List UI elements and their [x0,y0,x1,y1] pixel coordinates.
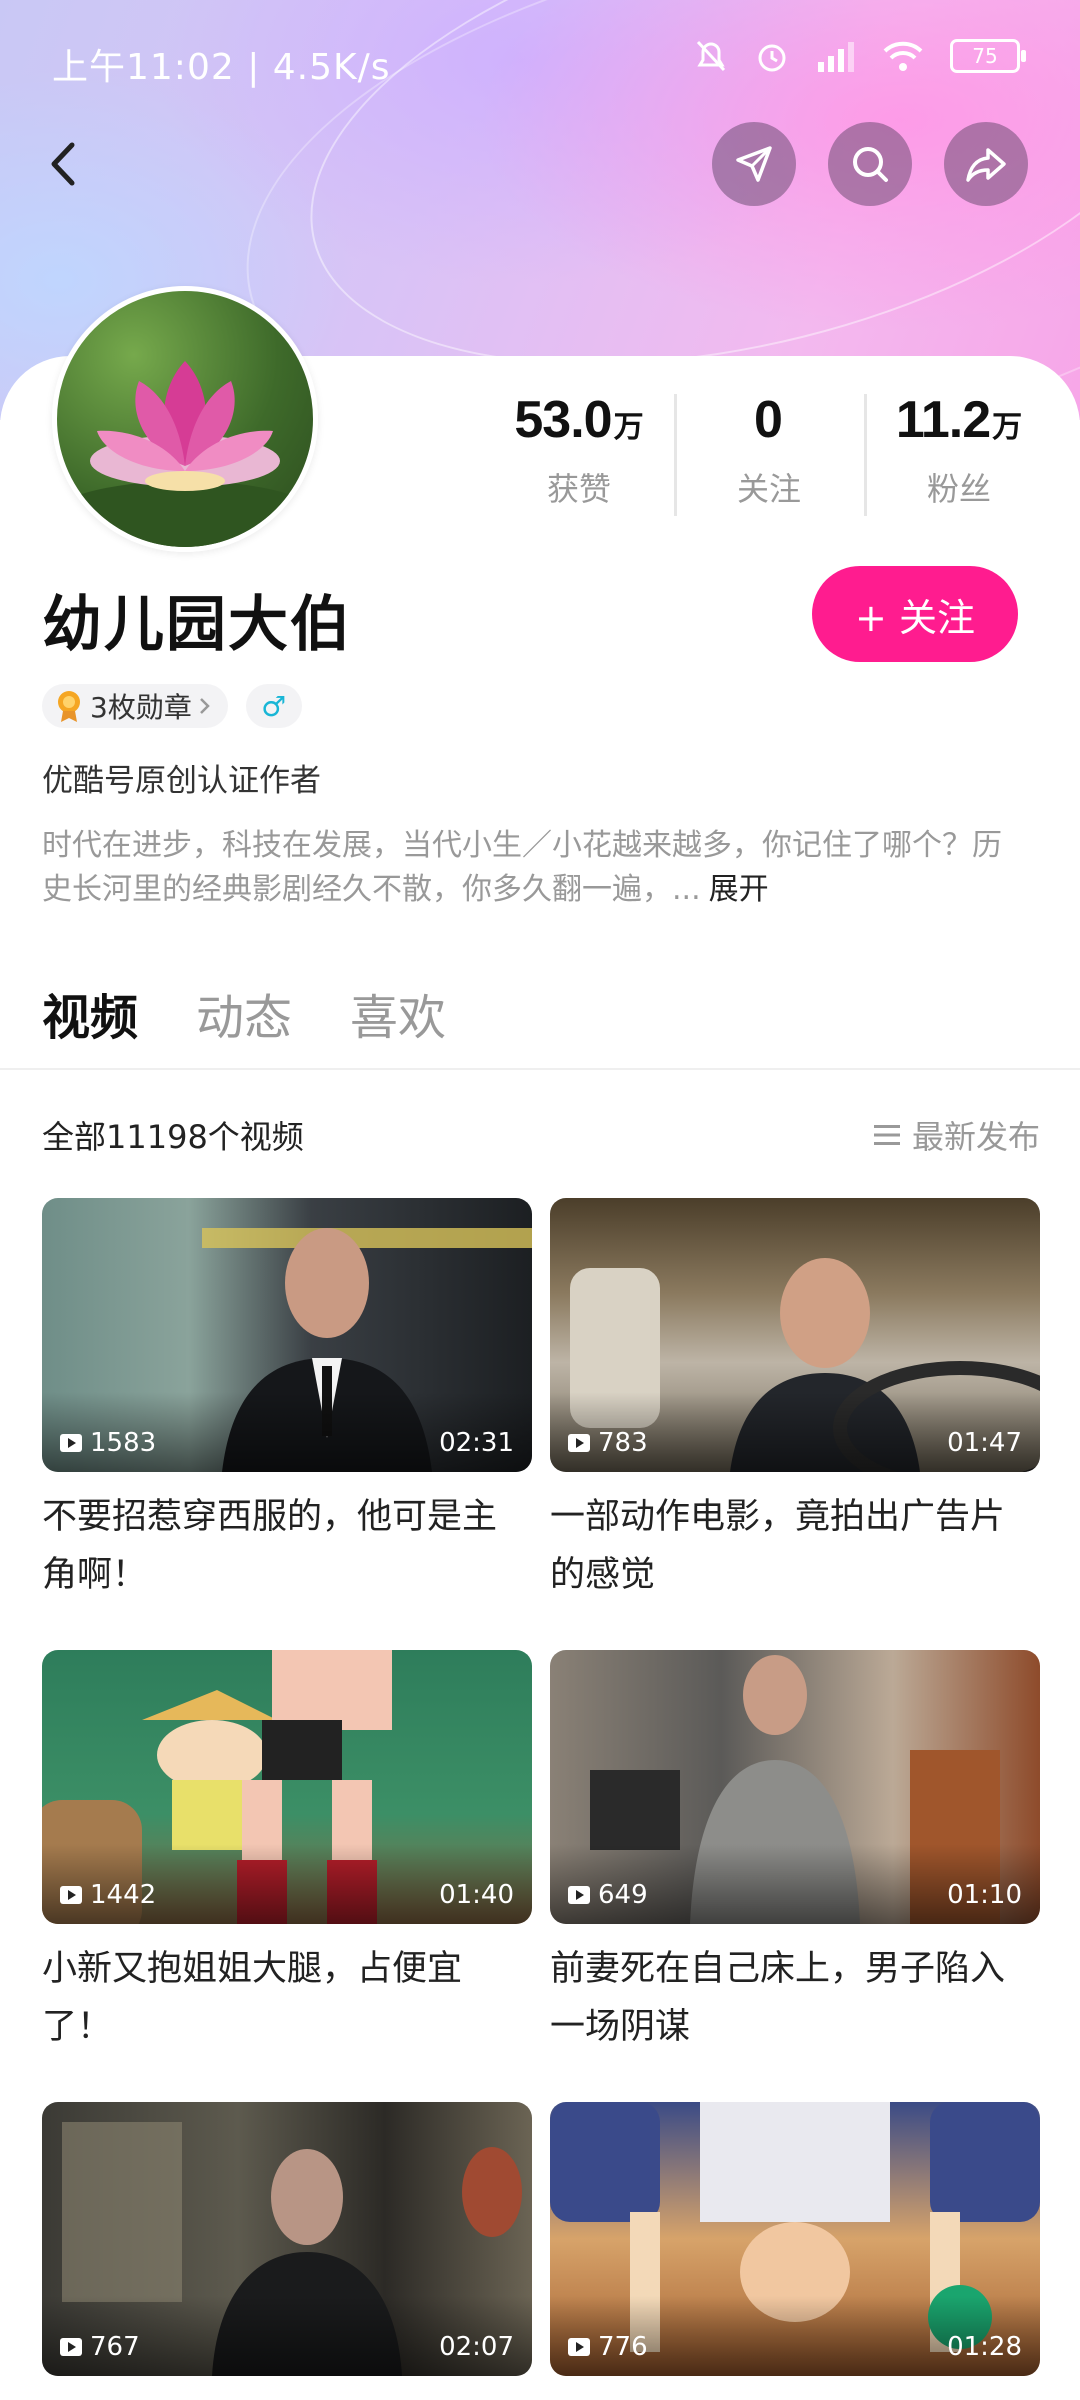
video-duration: 01:10 [947,1880,1022,1910]
medal-icon [58,691,80,722]
back-icon [51,142,75,186]
play-icon [60,2338,82,2356]
sort-button[interactable]: 最新发布 [873,1112,1040,1158]
medals-label: 3枚勋章 [90,691,192,724]
send-button[interactable] [712,122,796,206]
share-icon [966,148,1006,182]
play-icon [568,1886,590,1904]
video-duration: 02:31 [439,1428,514,1458]
tab-activity[interactable]: 动态 [196,978,292,1048]
gender-chip: ♂ [245,684,302,728]
video-thumbnail[interactable]: 767 02:07 [42,2102,532,2376]
view-count: 649 [568,1880,648,1910]
stat-followers-label: 粉丝 [926,470,991,508]
video-count: 全部11198个视频 [42,1118,304,1156]
video-thumbnail[interactable]: 649 01:10 [550,1650,1040,1924]
tabs-divider [0,1068,1080,1070]
video-thumbnail[interactable]: 776 01:28 [550,2102,1040,2376]
follow-button[interactable]: + 关注 [812,566,1018,662]
stat-likes-value: 53.0 [514,391,612,449]
video-thumbnail[interactable]: 783 01:47 [550,1198,1040,1472]
stat-following-value: 0 [754,391,783,449]
video-duration: 02:07 [439,2332,514,2362]
stat-likes-unit: 万 [613,410,644,445]
play-icon [568,2338,590,2356]
view-count: 1583 [60,1428,156,1458]
lotus-avatar-image [57,361,313,547]
play-icon [568,1434,590,1452]
user-name: 幼儿园大伯 [42,590,352,660]
video-card[interactable]: 783 01:47 一部动作电影，竟拍出广告片的感觉 [550,1198,1040,1604]
avatar[interactable] [52,286,318,552]
view-count: 776 [568,2332,648,2362]
video-thumbnail[interactable]: 1583 02:31 [42,1198,532,1472]
medals-chip[interactable]: 3枚勋章 [42,684,228,728]
view-count-value: 1583 [90,1428,157,1458]
stat-followers-unit: 万 [992,410,1023,445]
bio: 时代在进步，科技在发展，当代小生／小花越来越多，你记住了哪个？历史长河里的经典影… [42,824,1012,912]
play-icon [60,1886,82,1904]
signal-icon [818,42,854,72]
video-duration: 01:47 [947,1428,1022,1458]
view-count-value: 783 [598,1428,648,1458]
video-title[interactable]: 一部动作电影，竟拍出广告片的感觉 [550,1488,1030,1604]
video-duration: 01:28 [947,2332,1022,2362]
badges-row: 3枚勋章 ♂ [42,684,302,728]
status-icons: 75 [694,38,1026,74]
stat-followers-value: 11.2 [895,391,991,449]
share-button[interactable] [944,122,1028,206]
stat-following-label: 关注 [736,470,801,508]
search-button[interactable] [828,122,912,206]
video-card[interactable]: 1442 01:40 小新又抱姐姐大腿，占便宜了！ [42,1650,532,2056]
video-title[interactable]: 小新又抱姐姐大腿，占便宜了！ [42,1940,522,2056]
video-card[interactable]: 767 02:07 [42,2102,532,2376]
view-count: 767 [60,2332,140,2362]
chevron-right-icon [199,698,210,714]
video-card[interactable]: 649 01:10 前妻死在自己床上，男子陷入一场阴谋 [550,1650,1040,2056]
bio-expand-link[interactable]: 展开 [709,872,769,907]
view-count: 783 [568,1428,648,1458]
top-nav [0,120,1080,210]
video-thumbnail[interactable]: 1442 01:40 [42,1650,532,1924]
video-duration: 01:40 [439,1880,514,1910]
stat-likes[interactable]: 53.0万 获赞 [484,390,674,520]
stat-following[interactable]: 0 关注 [674,390,864,520]
mute-bell-icon [696,40,726,72]
sort-label: 最新发布 [911,1118,1040,1156]
back-button[interactable] [34,134,94,194]
bio-text: 时代在进步，科技在发展，当代小生／小花越来越多，你记住了哪个？历史长河里的经典影… [42,828,1002,907]
battery-icon: 75 [950,39,1026,73]
wifi-icon [883,41,923,71]
verified-label: 优酷号原创认证作者 [42,763,321,799]
tab-videos[interactable]: 视频 [42,978,138,1048]
view-count-value: 1442 [90,1880,157,1910]
video-card[interactable]: 1583 02:31 不要招惹穿西服的，他可是主角啊！ [42,1198,532,1604]
content-tabs: 视频 动态 喜欢 [42,978,446,1048]
video-card[interactable]: 776 01:28 [550,2102,1040,2376]
status-bar: 上午11:02 | 4.5K/s 75 [0,0,1080,120]
play-icon [60,1434,82,1452]
alarm-icon [758,44,786,72]
video-title[interactable]: 不要招惹穿西服的，他可是主角啊！ [42,1488,522,1604]
tab-likes[interactable]: 喜欢 [350,978,446,1048]
video-title[interactable]: 前妻死在自己床上，男子陷入一场阴谋 [550,1940,1030,2056]
view-count-value: 767 [90,2332,140,2362]
video-list-header: 全部11198个视频 最新发布 [42,1112,1040,1158]
male-icon: ♂ [261,689,287,723]
view-count-value: 776 [598,2332,648,2362]
sort-list-icon [873,1125,900,1145]
stat-followers[interactable]: 11.2万 粉丝 [864,390,1054,520]
profile-stats: 53.0万 获赞 0 关注 11.2万 粉丝 [484,390,1054,520]
send-icon [736,146,772,182]
status-time-speed: 上午11:02 | 4.5K/s [52,47,391,88]
view-count-value: 649 [598,1880,648,1910]
stat-likes-label: 获赞 [546,470,611,508]
view-count: 1442 [60,1880,156,1910]
search-icon [853,147,888,182]
